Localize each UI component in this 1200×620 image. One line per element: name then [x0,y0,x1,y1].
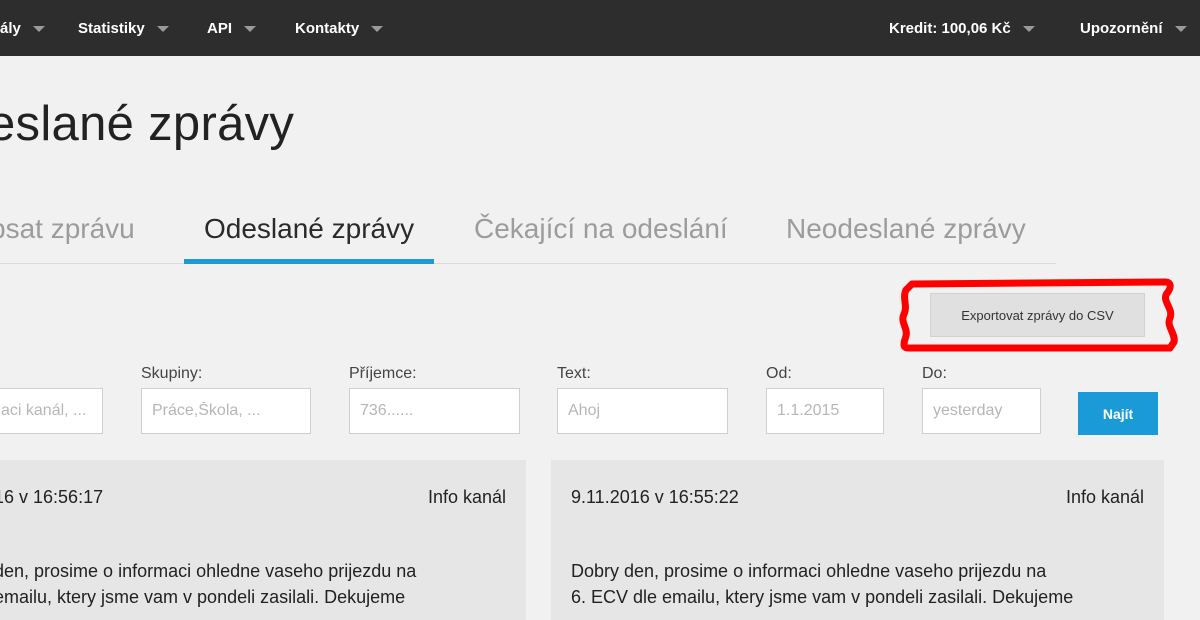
chevron-down-icon [156,26,169,32]
nav-item-label: API [207,19,233,37]
chevron-down-icon [32,26,45,32]
nav-item-statistics[interactable]: Statistiky [78,0,169,56]
nav-item-label: Kontakty [295,19,360,37]
text-label: Text: [557,365,591,382]
top-navigation-bar: ály Statistiky API Kontakty Kredit: 100,… [0,0,1200,56]
chevron-down-icon [244,26,257,32]
groups-label: Skupiny: [141,365,203,382]
message-card: 16 v 16:56:17 Info kanál den, prosime o … [0,460,526,620]
message-text-line: Dobry den, prosime o informaci ohledne v… [571,561,1047,581]
tab-compose-message[interactable]: psat zprávu [0,213,135,253]
nav-item-label: ály [0,19,21,37]
to-date-input[interactable] [922,388,1041,434]
message-text-line: den, prosime o informaci ohledne vaseho … [0,561,417,581]
message-channel: Info kanál [427,487,506,507]
chevron-down-icon [1022,26,1035,32]
from-date-input[interactable] [766,388,884,434]
nav-item-credit[interactable]: Kredit: 100,06 Kč [889,0,1035,56]
tabs-divider [0,263,1056,264]
nav-item-notifications[interactable]: Upozornění [1080,0,1187,56]
recipient-input[interactable] [349,388,520,434]
tab-sent-messages[interactable]: Odeslané zprávy [204,213,414,253]
nav-item-label: Statistiky [78,19,145,37]
credit-label: Kredit: 100,06 Kč [889,19,1011,37]
chevron-down-icon [1174,26,1187,32]
tab-unsent-messages[interactable]: Neodeslané zprávy [786,213,1026,253]
nav-item-api[interactable]: API [207,0,257,56]
message-card: 9.11.2016 v 16:55:22 Info kanál Dobry de… [551,460,1164,620]
chevron-down-icon [371,26,384,32]
active-tab-indicator [184,259,434,264]
groups-input[interactable] [141,388,311,434]
nav-item-contacts[interactable]: Kontakty [295,0,384,56]
recipient-label: Příjemce: [349,365,417,382]
page-title: eslané zprávy [0,97,295,151]
nav-item-messages[interactable]: ály [0,0,45,56]
message-text-line: emailu, ktery jsme vam v pondeli zasilal… [0,587,406,607]
notifications-label: Upozornění [1080,19,1163,37]
message-date: 9.11.2016 v 16:55:22 [571,487,739,507]
message-date: 16 v 16:56:17 [0,487,104,507]
export-csv-button[interactable]: Exportovat zprávy do CSV [930,293,1145,337]
message-text: Dobry den, prosime o informaci ohledne v… [571,558,1073,610]
from-date-label: Od: [766,365,792,382]
message-text: den, prosime o informaci ohledne vaseho … [0,558,416,610]
message-text-line: 6. ECV dle emailu, ktery jsme vam v pond… [571,587,1074,607]
message-channel: Info kanál [1065,487,1144,507]
channel-input[interactable] [0,388,103,434]
to-date-label: Do: [922,365,947,382]
text-input[interactable] [557,388,728,434]
tab-pending-messages[interactable]: Čekající na odeslání [474,213,728,253]
search-button[interactable]: Najít [1078,392,1158,435]
